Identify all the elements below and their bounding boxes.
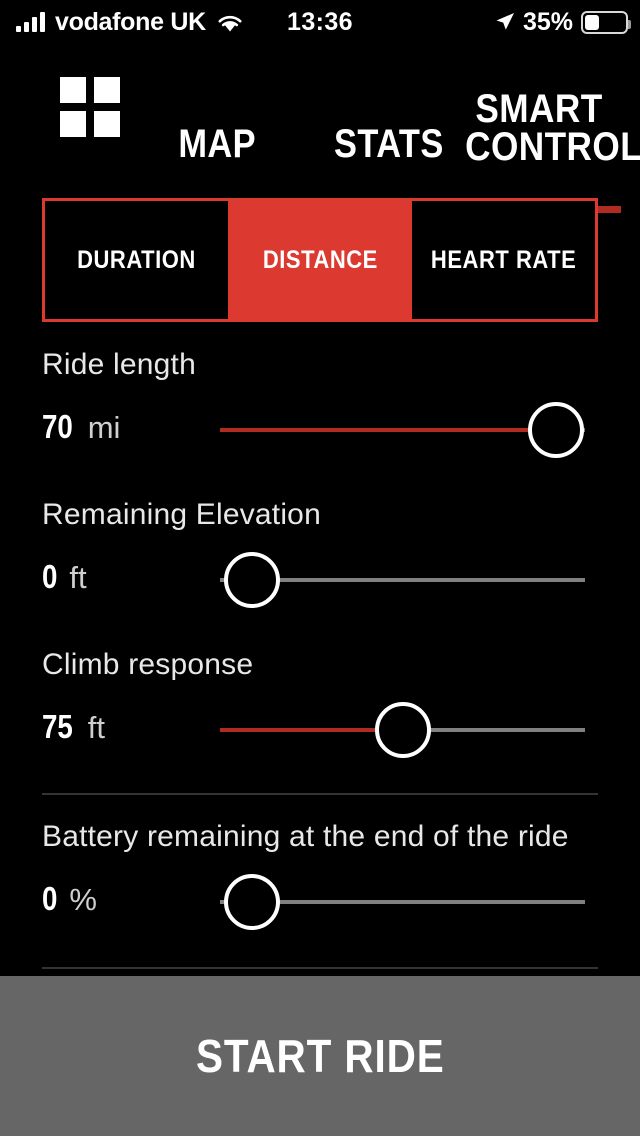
slider-label: Ride length bbox=[42, 348, 196, 381]
slider-value: 0% bbox=[42, 880, 97, 932]
slider-value-unit: ft bbox=[87, 710, 105, 745]
battery-icon bbox=[581, 10, 631, 34]
segment-distance-label: DISTANCE bbox=[262, 245, 378, 274]
section-divider bbox=[42, 967, 598, 969]
slider-row: Remaining Elevation 0 ft bbox=[0, 490, 640, 610]
slider-control[interactable] bbox=[220, 402, 585, 458]
slider-thumb[interactable] bbox=[374, 702, 431, 758]
tab-smart-control[interactable]: SMART CONTROL bbox=[465, 87, 640, 170]
slider-value-number: 70 bbox=[42, 408, 73, 445]
slider-label: Battery remaining at the end of the ride bbox=[42, 820, 569, 853]
metric-segmented-control: DURATION DISTANCE HEART RATE bbox=[42, 198, 598, 322]
slider-control[interactable] bbox=[220, 552, 585, 608]
section-divider bbox=[42, 793, 598, 795]
slider-control[interactable] bbox=[220, 702, 585, 758]
slider-row: Battery remaining at the end of the ride… bbox=[0, 812, 640, 932]
tab-smart-control-line1: SMART bbox=[475, 87, 603, 131]
slider-row: Ride length 70 mi bbox=[0, 340, 640, 460]
slider-value-number: 0 bbox=[42, 880, 58, 917]
status-bar-right: 35% bbox=[495, 7, 631, 37]
app-screen: vodafone UK 13:36 35% MAP STATS SMART CO… bbox=[0, 0, 640, 1136]
segment-distance[interactable]: DISTANCE bbox=[228, 201, 412, 319]
tab-smart-control-line2: CONTROL bbox=[465, 125, 640, 170]
slider-label: Climb response bbox=[42, 648, 254, 681]
slider-thumb[interactable] bbox=[224, 552, 280, 608]
slider-control[interactable] bbox=[220, 874, 585, 930]
slider-label: Remaining Elevation bbox=[42, 498, 321, 531]
slider-row: Climb response 75 ft bbox=[0, 640, 640, 760]
top-navigation: MAP STATS SMART CONTROL bbox=[0, 44, 640, 213]
segment-heart-rate[interactable]: HEART RATE bbox=[411, 201, 595, 319]
slider-value-unit: ft bbox=[69, 560, 87, 595]
slider-fill bbox=[220, 428, 556, 432]
slider-value-number: 75 bbox=[42, 708, 73, 745]
segment-duration-label: DURATION bbox=[77, 245, 197, 274]
slider-thumb[interactable] bbox=[527, 402, 584, 458]
slider-value: 0 ft bbox=[42, 558, 87, 610]
segment-duration[interactable]: DURATION bbox=[45, 201, 229, 319]
start-ride-label: START RIDE bbox=[195, 1030, 445, 1082]
slider-value-number: 0 bbox=[42, 558, 58, 595]
slider-value: 75 ft bbox=[42, 708, 105, 760]
battery-percent-label: 35% bbox=[522, 7, 573, 36]
slider-value-unit: % bbox=[69, 882, 97, 917]
tab-map[interactable]: MAP bbox=[178, 122, 256, 167]
status-bar: vodafone UK 13:36 35% bbox=[0, 0, 640, 44]
location-arrow-icon bbox=[495, 12, 515, 32]
grid-menu-icon[interactable] bbox=[60, 77, 120, 137]
slider-thumb[interactable] bbox=[224, 874, 280, 930]
segment-heart-rate-label: HEART RATE bbox=[430, 245, 577, 274]
slider-value: 70 mi bbox=[42, 408, 120, 460]
tab-stats[interactable]: STATS bbox=[334, 122, 444, 167]
slider-value-unit: mi bbox=[87, 410, 121, 445]
start-ride-button[interactable]: START RIDE bbox=[0, 976, 640, 1136]
